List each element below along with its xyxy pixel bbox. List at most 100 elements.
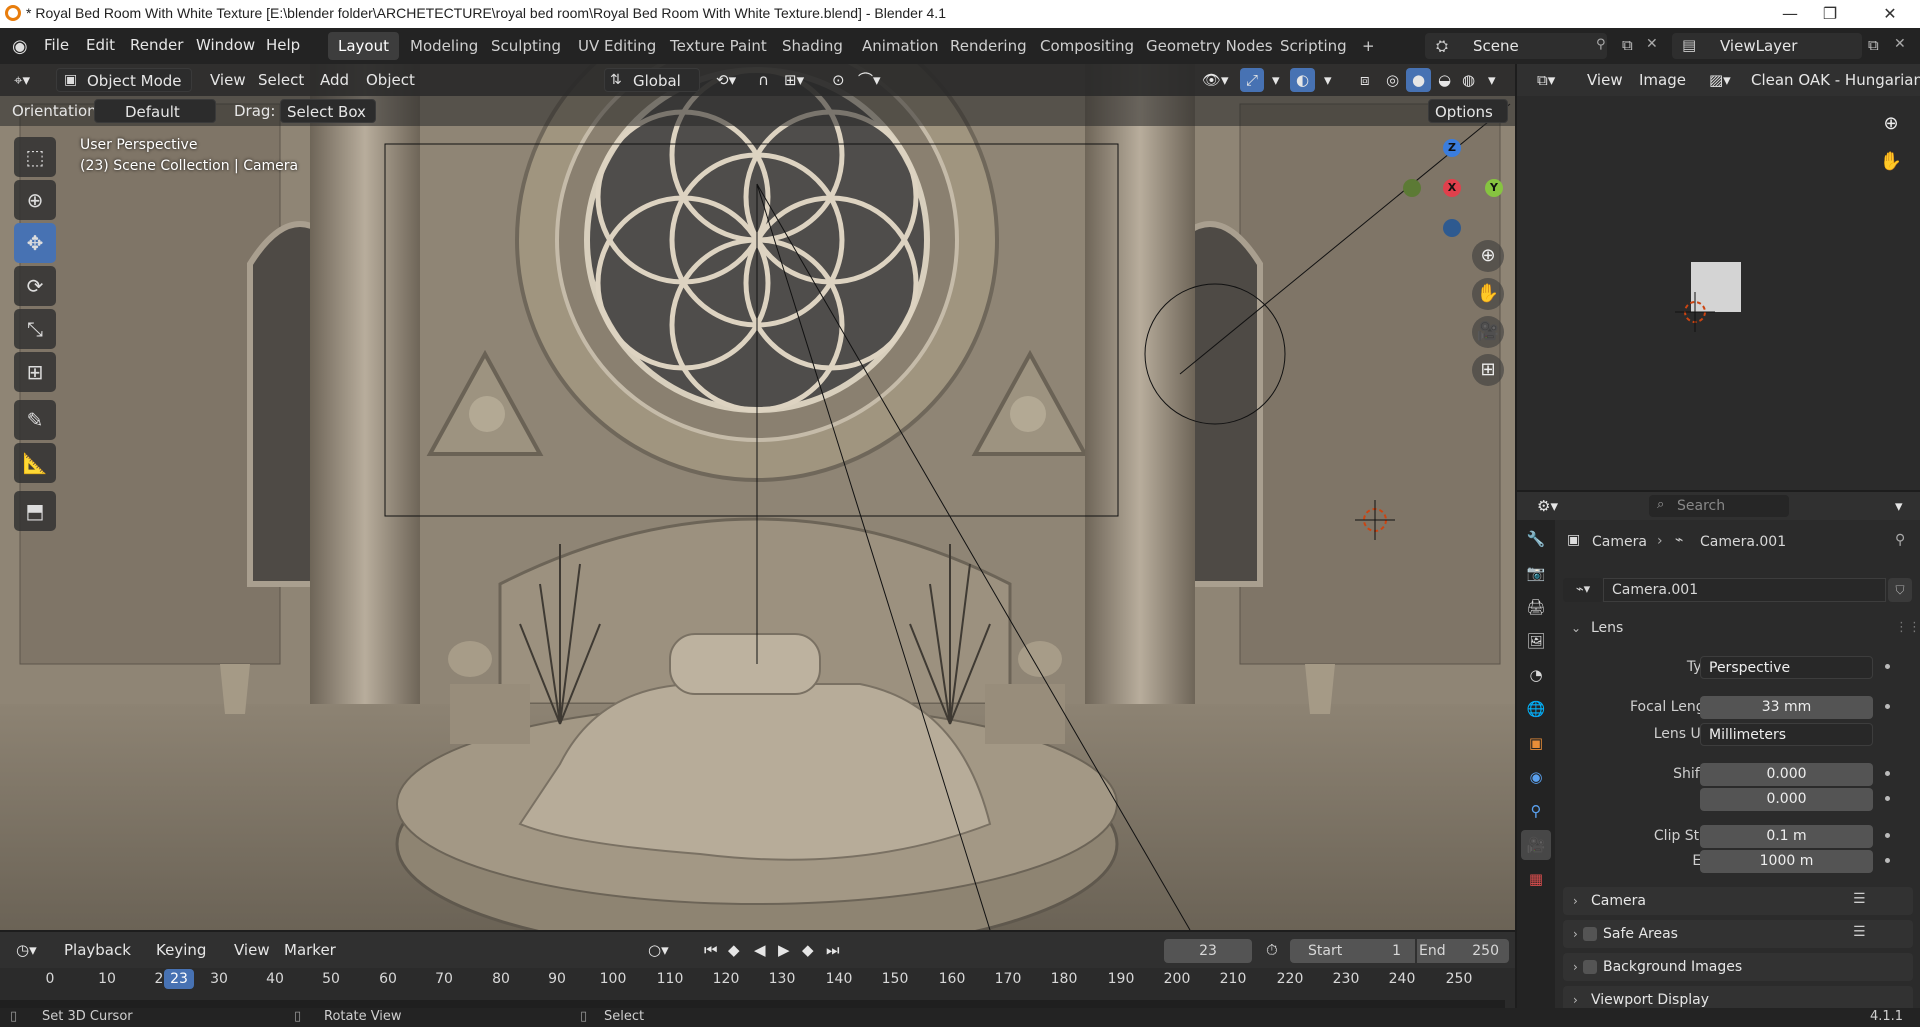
transform-tool-icon[interactable]: ⊞: [14, 352, 56, 392]
rotate-tool-icon[interactable]: ⟳: [14, 266, 56, 306]
gizmo-z-axis[interactable]: Z: [1443, 139, 1461, 157]
menu-help[interactable]: Help: [266, 36, 300, 54]
physics-tab-icon[interactable]: ◉: [1521, 762, 1551, 792]
clip-end-field[interactable]: 1000 m: [1700, 850, 1873, 873]
tab-shading[interactable]: Shading: [772, 32, 853, 60]
lens-drag-handle-icon[interactable]: ⋮⋮: [1895, 612, 1920, 644]
3d-viewport[interactable]: [0, 64, 1515, 930]
properties-options-icon[interactable]: ▾: [1889, 494, 1909, 518]
tab-sculpting[interactable]: Sculpting: [481, 32, 571, 60]
maximize-button[interactable]: ❐: [1800, 0, 1860, 28]
scene-selector[interactable]: Scene: [1425, 33, 1607, 59]
close-button[interactable]: ✕: [1860, 0, 1920, 28]
lens-chevron-icon[interactable]: ⌄: [1571, 612, 1581, 644]
viewport-menu-object[interactable]: Object: [360, 68, 421, 92]
rendered-shading-icon[interactable]: ◍: [1456, 68, 1481, 92]
menu-file[interactable]: File: [44, 36, 69, 54]
playhead[interactable]: 23: [164, 969, 194, 989]
object-tab-icon[interactable]: ▣: [1521, 728, 1551, 758]
shift-y-field[interactable]: 0.000: [1700, 788, 1873, 811]
tab-texture-paint[interactable]: Texture Paint: [660, 32, 777, 60]
lens-type-dropdown[interactable]: Perspective: [1700, 656, 1873, 679]
texture-tab-icon[interactable]: ▦: [1521, 864, 1551, 894]
tab-rendering[interactable]: Rendering: [940, 32, 1037, 60]
tool-tab-icon[interactable]: 🔧: [1521, 524, 1551, 554]
menu-edit[interactable]: Edit: [86, 36, 115, 54]
render-tab-icon[interactable]: 📷: [1521, 558, 1551, 588]
visibility-icon[interactable]: 👁▾: [1196, 68, 1235, 92]
keyframe-dot-icon[interactable]: [1885, 771, 1890, 776]
datablock-browse-icon[interactable]: ⌁▾: [1563, 578, 1603, 602]
keyframe-dot-icon[interactable]: [1885, 833, 1890, 838]
camera-data-tab-icon[interactable]: 🎥: [1521, 830, 1551, 860]
cursor-tool-icon[interactable]: ⊕: [14, 180, 56, 220]
material-shading-icon[interactable]: ◒: [1432, 68, 1457, 92]
safe-areas-checkbox[interactable]: [1583, 927, 1597, 941]
pin-icon[interactable]: ⚲: [1596, 37, 1606, 52]
camera-view-icon[interactable]: 🎥: [1472, 316, 1504, 348]
new-viewlayer-icon[interactable]: ⧉: [1868, 36, 1879, 54]
viewport-display-panel-header[interactable]: › Viewport Display: [1563, 986, 1913, 1010]
view-layer-tab-icon[interactable]: 🖼: [1521, 626, 1551, 656]
jump-keyframe-forward-icon[interactable]: ◆: [796, 938, 820, 962]
overlay-toggle-icon[interactable]: ◐: [1290, 68, 1316, 92]
output-tab-icon[interactable]: 🖨: [1521, 592, 1551, 622]
pivot-icon[interactable]: ⟲▾: [710, 68, 742, 92]
xray-icon[interactable]: ⧈: [1354, 68, 1376, 92]
drag-selector[interactable]: Select Box: [280, 99, 376, 123]
focal-length-field[interactable]: 33 mm: [1700, 696, 1873, 719]
background-images-panel-header[interactable]: › Background Images: [1563, 953, 1913, 981]
blender-menu-icon[interactable]: ◉: [12, 36, 28, 57]
image-name-field[interactable]: Clean OAK - Hungarian_H: [1745, 68, 1920, 92]
image-editor[interactable]: ⊕ ✋: [1517, 64, 1920, 490]
image-menu-image[interactable]: Image: [1633, 68, 1692, 92]
image-menu-view[interactable]: View: [1581, 68, 1629, 92]
menu-render[interactable]: Render: [130, 36, 183, 54]
tab-compositing[interactable]: Compositing: [1030, 32, 1144, 60]
wireframe-shading-icon[interactable]: ◎: [1380, 68, 1405, 92]
solid-shading-icon[interactable]: ●: [1406, 68, 1432, 92]
options-button[interactable]: Options: [1428, 99, 1508, 123]
timeline-scrollbar[interactable]: [0, 1000, 1505, 1008]
timeline-menu-marker[interactable]: Marker: [278, 938, 342, 962]
keyframe-dot-icon[interactable]: [1885, 704, 1890, 709]
tab-scripting[interactable]: Scripting: [1270, 32, 1357, 60]
jump-keyframe-back-icon[interactable]: ◆: [722, 938, 746, 962]
camera-presets-icon[interactable]: ☰: [1853, 891, 1866, 907]
menu-window[interactable]: Window: [196, 36, 255, 54]
gizmo-toggle-icon[interactable]: ⤢: [1240, 68, 1265, 92]
fake-user-shield-icon[interactable]: ⛉: [1888, 578, 1912, 602]
scale-tool-icon[interactable]: ⤡: [14, 309, 56, 349]
viewlayer-selector[interactable]: ViewLayer: [1672, 33, 1862, 59]
play-reverse-icon[interactable]: ◀: [748, 938, 772, 962]
end-frame-field[interactable]: End 250: [1417, 939, 1509, 963]
shift-x-field[interactable]: 0.000: [1700, 763, 1873, 786]
constraints-tab-icon[interactable]: ⚲: [1521, 796, 1551, 826]
orientation-selector[interactable]: Default: [94, 99, 216, 123]
viewport-menu-view[interactable]: View: [204, 68, 252, 92]
pin-properties-icon[interactable]: ⚲: [1895, 532, 1905, 548]
tab-layout[interactable]: Layout: [328, 32, 399, 60]
overlay-dropdown-icon[interactable]: ▾: [1318, 68, 1338, 92]
timeline-editor-type-icon[interactable]: ◷▾: [10, 938, 43, 962]
gizmo-x-axis[interactable]: X: [1443, 179, 1461, 197]
pan-hand-icon[interactable]: ✋: [1472, 278, 1504, 310]
select-box-tool-icon[interactable]: ⬚: [14, 137, 56, 177]
annotate-tool-icon[interactable]: ✎: [14, 400, 56, 440]
scene-tab-icon[interactable]: ◔: [1521, 660, 1551, 690]
image-zoom-icon[interactable]: ⊕: [1875, 108, 1907, 140]
shading-dropdown-icon[interactable]: ▾: [1482, 68, 1502, 92]
snap-target-icon[interactable]: ⊞▾: [778, 68, 810, 92]
properties-editor-type-icon[interactable]: ⚙▾: [1531, 494, 1564, 518]
move-tool-icon[interactable]: ✥: [14, 223, 56, 263]
properties-search-input[interactable]: Search: [1649, 495, 1789, 517]
tab-animation[interactable]: Animation: [852, 32, 948, 60]
tab-modeling[interactable]: Modeling: [400, 32, 488, 60]
safe-areas-presets-icon[interactable]: ☰: [1853, 924, 1866, 940]
play-icon[interactable]: ▶: [772, 938, 796, 962]
gizmo-neg-y-axis[interactable]: [1403, 179, 1421, 197]
falloff-icon[interactable]: ⌒▾: [852, 68, 887, 92]
keyframe-dot-icon[interactable]: [1885, 796, 1890, 801]
add-cube-tool-icon[interactable]: ⬒: [14, 491, 56, 531]
gizmo-neg-z-axis[interactable]: [1443, 219, 1461, 237]
